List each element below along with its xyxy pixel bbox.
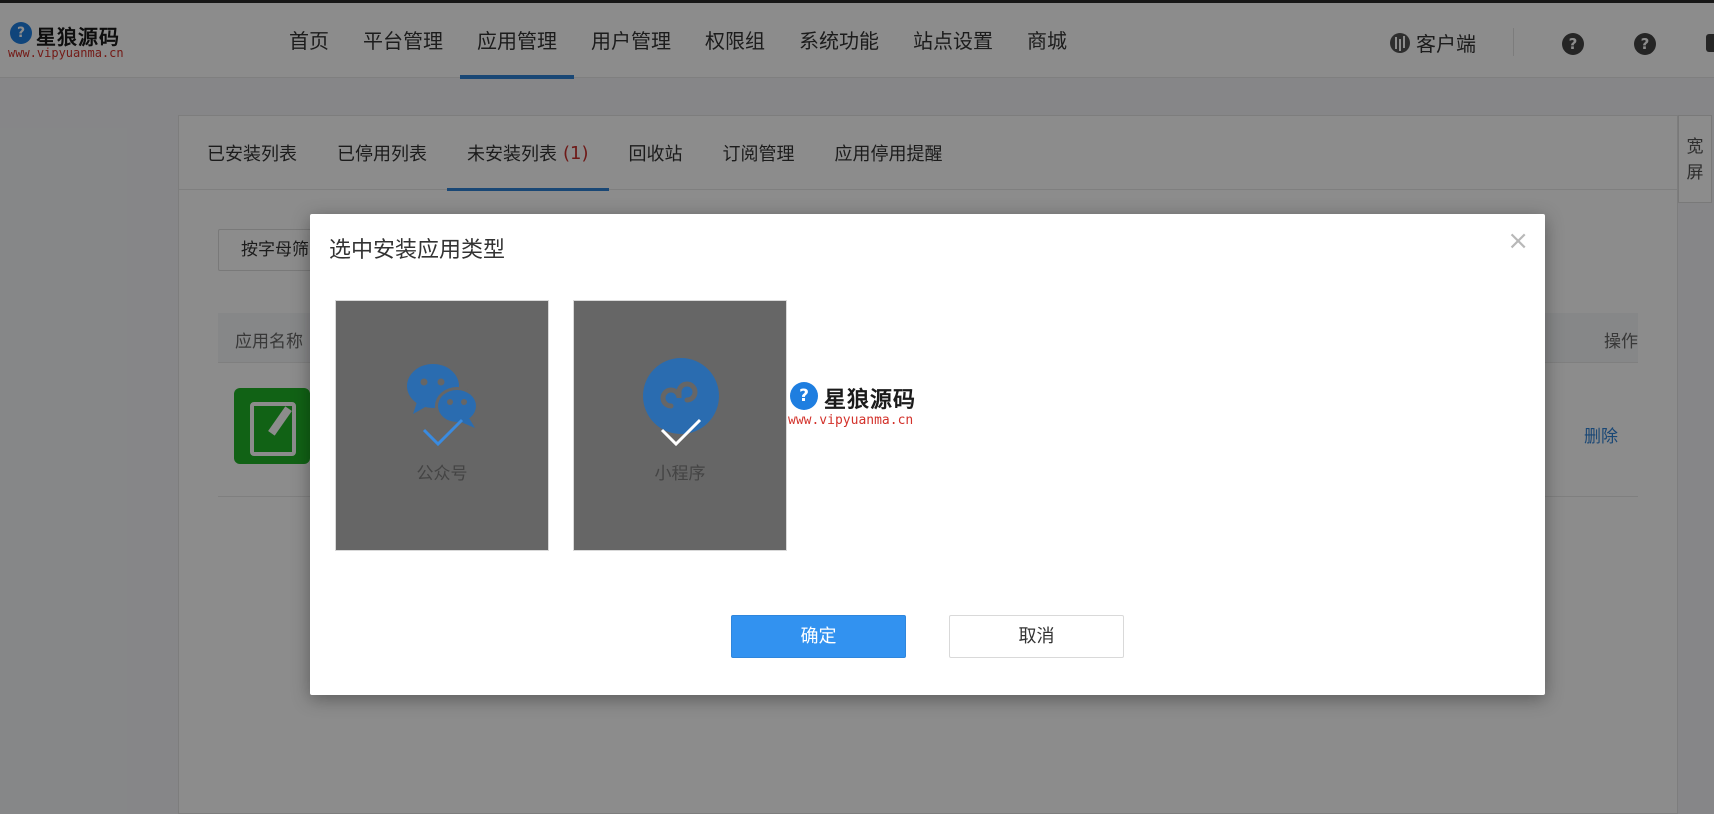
check-icon [422, 418, 464, 446]
option-label: 小程序 [654, 464, 706, 484]
watermark-icon: ? [790, 382, 818, 410]
install-type-dialog: 选中安装应用类型 × 公众号 小程序 ? 星狼源码 www.vipyuanma.… [310, 214, 1545, 695]
option-official-account[interactable]: 公众号 [335, 300, 549, 551]
cancel-button[interactable]: 取消 [949, 615, 1124, 658]
watermark-logo: ? 星狼源码 www.vipyuanma.cn [788, 380, 938, 428]
option-label: 公众号 [416, 464, 468, 484]
watermark-url: www.vipyuanma.cn [788, 413, 914, 428]
dialog-title: 选中安装应用类型 [329, 238, 506, 263]
option-mini-program[interactable]: 小程序 [573, 300, 787, 551]
close-icon[interactable]: × [1507, 228, 1529, 254]
check-icon [660, 418, 702, 446]
watermark-name: 星狼源码 [824, 388, 917, 413]
confirm-button[interactable]: 确定 [731, 615, 906, 658]
